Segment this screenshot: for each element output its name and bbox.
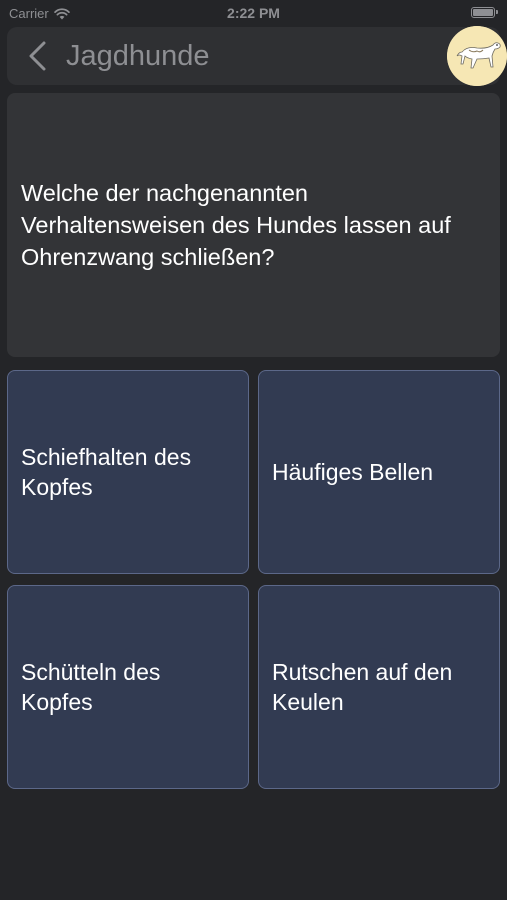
dog-logo xyxy=(447,26,507,86)
answer-label: Schütteln des Kopfes xyxy=(21,659,161,715)
answer-option-1[interactable]: Schiefhalten des Kopfes xyxy=(7,370,249,574)
answer-option-2[interactable]: Häufiges Bellen xyxy=(258,370,500,574)
status-bar: Carrier 2:22 PM xyxy=(0,0,507,28)
answer-option-3[interactable]: Schütteln des Kopfes xyxy=(7,585,249,789)
answer-label: Rutschen auf den Keulen xyxy=(272,659,453,715)
back-button[interactable] xyxy=(21,39,55,73)
battery-icon xyxy=(471,7,498,18)
nav-bar: Jagdhunde xyxy=(7,26,507,86)
question-text: Welche der nachgenannten Verhaltensweise… xyxy=(21,180,451,270)
question-card: Welche der nachgenannten Verhaltensweise… xyxy=(7,93,500,357)
status-time: 2:22 PM xyxy=(227,5,280,21)
chevron-left-icon xyxy=(29,41,46,71)
answer-option-4[interactable]: Rutschen auf den Keulen xyxy=(258,585,500,789)
answer-label: Schiefhalten des Kopfes xyxy=(21,444,192,500)
answer-label: Häufiges Bellen xyxy=(272,459,434,485)
page-title: Jagdhunde xyxy=(66,40,210,72)
